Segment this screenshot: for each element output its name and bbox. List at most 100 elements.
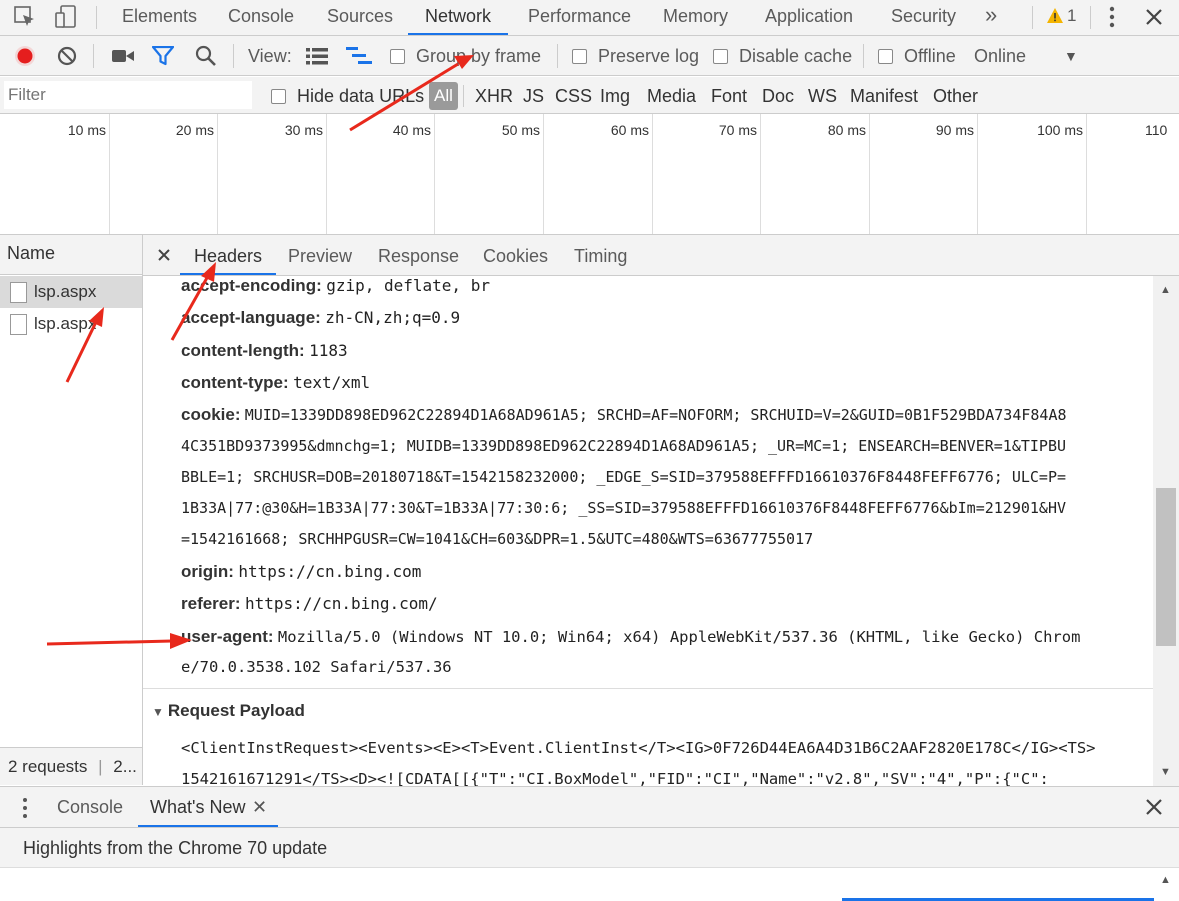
filter-type-js[interactable]: JS [523, 77, 544, 114]
timeline-tick: 60 ms [610, 122, 649, 138]
tab-memory[interactable]: Memory [663, 0, 728, 35]
filter-type-manifest[interactable]: Manifest [850, 77, 918, 114]
tab-sources[interactable]: Sources [327, 0, 393, 35]
hide-data-urls-checkbox[interactable]: Hide data URLs [271, 77, 424, 114]
tab-network[interactable]: Network [408, 0, 509, 35]
filter-type-font[interactable]: Font [711, 77, 747, 114]
preserve-log-checkbox[interactable]: Preserve log [572, 36, 699, 76]
checkbox-box[interactable] [390, 49, 405, 64]
inspect-element-icon[interactable] [14, 6, 36, 28]
timeline-tick: 110 [1145, 122, 1168, 138]
payload-line: <ClientInstRequest><Events><E><T>Event.C… [181, 739, 1096, 757]
header-row: accept-encoding: gzip, deflate, br [181, 276, 490, 302]
grid-divider [977, 114, 978, 234]
header-value-continuation: 1B33A|77:@30&H=1B33A|77:30&T=1B33A|77:30… [181, 499, 1067, 517]
timeline-tick: 80 ms [827, 122, 866, 138]
disable-cache-checkbox[interactable]: Disable cache [713, 36, 852, 76]
headers-view: accept-encoding: gzip, deflate, br accep… [143, 276, 1153, 786]
checkbox-box[interactable] [271, 89, 286, 104]
scroll-up-arrow-icon[interactable]: ▲ [1160, 874, 1171, 886]
filter-type-all[interactable]: All [429, 82, 458, 110]
warning-count[interactable]: 1 [1067, 0, 1076, 35]
header-name: accept-encoding: [181, 276, 322, 295]
network-overview-timeline[interactable]: 10 ms 20 ms 30 ms 40 ms 50 ms 60 ms 70 m… [0, 114, 1179, 235]
tab-preview[interactable]: Preview [288, 235, 352, 275]
name-column-header[interactable]: Name [0, 235, 142, 275]
large-rows-icon[interactable] [306, 48, 328, 65]
request-row[interactable]: lsp.aspx [0, 276, 142, 308]
header-value: gzip, deflate, br [326, 276, 490, 295]
chevron-down-icon: ▼ [1064, 48, 1078, 64]
filter-type-doc[interactable]: Doc [762, 77, 794, 114]
close-tab-icon[interactable]: ✕ [252, 787, 267, 827]
scroll-up-arrow-icon[interactable]: ▲ [1160, 284, 1171, 296]
scroll-down-arrow-icon[interactable]: ▼ [1160, 766, 1171, 778]
tab-headers[interactable]: Headers [180, 235, 277, 275]
filter-type-css[interactable]: CSS [555, 77, 592, 114]
checkbox-box[interactable] [713, 49, 728, 64]
header-value: Mozilla/5.0 (Windows NT 10.0; Win64; x64… [277, 628, 1081, 646]
screenshot-camera-icon[interactable] [112, 48, 134, 64]
filter-type-other[interactable]: Other [933, 77, 978, 114]
drawer-tab-whats-new-label: What's New [150, 797, 246, 817]
transfer-size: 2... [113, 757, 137, 776]
header-value: 1183 [309, 341, 348, 360]
header-name: accept-language: [181, 308, 321, 327]
divider: | [98, 757, 103, 776]
tab-security[interactable]: Security [891, 0, 956, 35]
header-value-continuation: 4C351BD9373995&dmnchg=1; MUIDB=1339DD898… [181, 437, 1067, 455]
tab-response[interactable]: Response [378, 235, 459, 275]
throttling-value: Online [974, 46, 1027, 66]
filter-type-xhr[interactable]: XHR [475, 77, 513, 114]
divider [1090, 6, 1091, 29]
scrollbar-thumb[interactable] [1156, 488, 1176, 646]
drawer-tab-console[interactable]: Console [57, 787, 123, 827]
preserve-log-label: Preserve log [598, 46, 700, 66]
drawer-menu-icon[interactable] [19, 797, 31, 819]
checkbox-box[interactable] [572, 49, 587, 64]
close-drawer-icon[interactable] [1145, 798, 1163, 816]
timeline-tick: 100 ms [1037, 122, 1083, 138]
group-by-frame-checkbox[interactable]: Group by frame [390, 36, 541, 76]
request-row[interactable]: lsp.aspx [0, 308, 142, 340]
kebab-menu-icon[interactable] [1104, 5, 1120, 29]
tab-elements[interactable]: Elements [122, 0, 197, 35]
search-icon[interactable] [195, 45, 217, 67]
filter-input[interactable] [4, 81, 252, 109]
grid-divider [326, 114, 327, 234]
filter-icon[interactable] [151, 45, 175, 66]
tab-cookies[interactable]: Cookies [483, 235, 548, 275]
header-name: content-type: [181, 373, 289, 392]
tab-application[interactable]: Application [765, 0, 853, 35]
close-devtools-icon[interactable] [1144, 7, 1164, 27]
clear-icon[interactable] [57, 46, 77, 66]
divider [93, 44, 94, 68]
header-row: accept-language: zh-CN,zh;q=0.9 [181, 302, 460, 334]
close-details-icon[interactable] [157, 246, 171, 261]
checkbox-box[interactable] [878, 49, 893, 64]
waterfall-overview-icon[interactable] [346, 46, 372, 66]
filter-type-img[interactable]: Img [600, 77, 630, 114]
drawer-tab-whats-new[interactable]: What's New ✕ [138, 787, 278, 827]
whats-new-title: Highlights from the Chrome 70 update [23, 838, 328, 858]
tab-timing[interactable]: Timing [574, 235, 627, 275]
network-toolbar: View: Group by frame Preserve log Disabl… [0, 36, 1179, 76]
tab-console[interactable]: Console [228, 0, 294, 35]
timeline-tick: 90 ms [935, 122, 974, 138]
warning-icon[interactable] [1046, 7, 1064, 24]
more-tabs-button[interactable]: » [985, 0, 997, 35]
throttling-select[interactable]: Online ▼ [974, 36, 1084, 76]
vertical-scrollbar[interactable]: ▲ ▼ [1153, 276, 1179, 786]
tab-performance[interactable]: Performance [528, 0, 631, 35]
filter-bar: Hide data URLs All XHR JS CSS Img Media … [0, 77, 1179, 114]
offline-checkbox[interactable]: Offline [878, 36, 956, 76]
filter-type-ws[interactable]: WS [808, 77, 837, 114]
grid-divider [109, 114, 110, 234]
drawer-tabbar: Console What's New ✕ [0, 786, 1179, 828]
device-toolbar-icon[interactable] [55, 5, 77, 29]
request-detail-tabbar: Headers Preview Response Cookies Timing [143, 235, 1179, 276]
request-payload-section-header[interactable]: ▼ Request Payload [152, 701, 305, 721]
filter-type-media[interactable]: Media [647, 77, 696, 114]
timeline-tick: 40 ms [392, 122, 431, 138]
record-icon[interactable] [14, 45, 36, 67]
